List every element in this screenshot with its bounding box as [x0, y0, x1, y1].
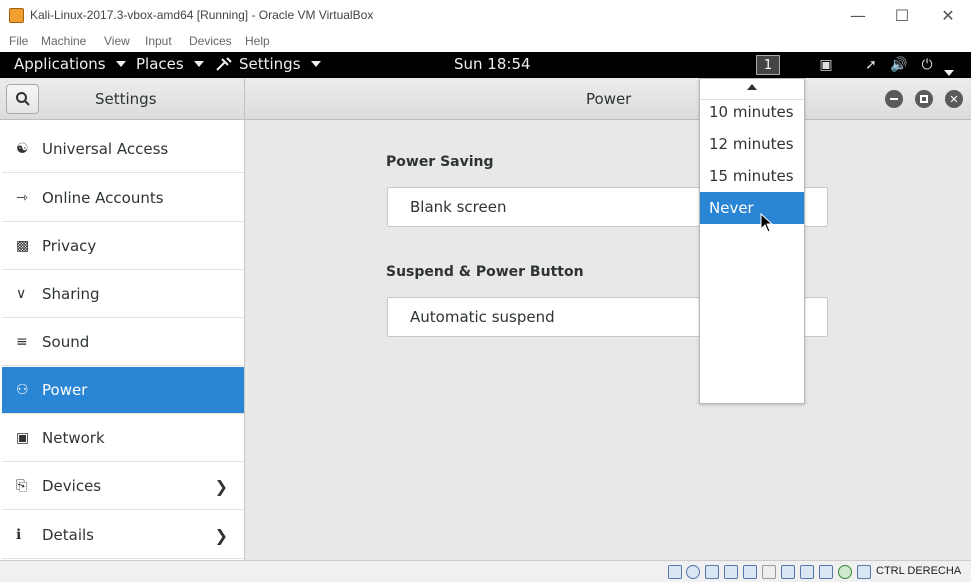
- online-accounts-icon: ⇾: [16, 190, 28, 206]
- sidebar-item-label: Power: [42, 381, 88, 399]
- sidebar-item-network[interactable]: ▣ Network: [2, 415, 244, 462]
- applications-label: Applications: [14, 55, 106, 73]
- search-icon: [15, 92, 30, 106]
- vbox-menu-bar: File Machine View Input Devices Help: [0, 31, 971, 52]
- hard-disk-icon[interactable]: [668, 565, 682, 579]
- usb-icon[interactable]: [743, 565, 757, 579]
- video-capture-icon[interactable]: [800, 565, 814, 579]
- header-divider: [244, 78, 245, 120]
- camera-icon[interactable]: ▣: [817, 57, 835, 73]
- audio-icon[interactable]: [705, 565, 719, 579]
- sidebar-item-online-accounts[interactable]: ⇾ Online Accounts: [2, 175, 244, 222]
- automatic-suspend-label: Automatic suspend: [410, 308, 555, 326]
- chevron-down-icon: [193, 61, 204, 67]
- optical-drive-icon[interactable]: [686, 565, 700, 579]
- sidebar-item-label: Universal Access: [42, 140, 169, 158]
- close-icon[interactable]: ✕: [936, 4, 960, 26]
- blank-screen-dropdown: 10 minutes 12 minutes 15 minutes Never: [699, 78, 805, 404]
- cpu-icon[interactable]: [819, 565, 833, 579]
- sidebar-item-sound[interactable]: ≡ Sound: [2, 319, 244, 366]
- sidebar-item-devices[interactable]: ⎘ Devices ❯: [2, 463, 244, 510]
- gnome-top-bar: Applications Places Settings Sun 18:54 1…: [0, 52, 971, 78]
- menu-input[interactable]: Input: [145, 34, 172, 48]
- keyboard-capture-icon[interactable]: [857, 565, 871, 579]
- places-menu[interactable]: Places: [136, 55, 204, 73]
- menu-file[interactable]: File: [9, 34, 28, 48]
- mouse-cursor-icon: [760, 213, 774, 233]
- window-title: Kali-Linux-2017.3-vbox-amd64 [Running] -…: [30, 8, 374, 22]
- sidebar-item-sharing[interactable]: ∨ Sharing: [2, 271, 244, 318]
- workspace-indicator[interactable]: 1: [756, 55, 780, 75]
- places-label: Places: [136, 55, 184, 73]
- tools-icon: [216, 57, 232, 71]
- network-wired-icon[interactable]: ➚: [862, 57, 880, 73]
- vbox-title-bar: Kali-Linux-2017.3-vbox-amd64 [Running] -…: [0, 0, 971, 31]
- chevron-down-icon: [115, 61, 126, 67]
- option-12-minutes[interactable]: 12 minutes: [700, 128, 804, 160]
- maximize-button[interactable]: [915, 90, 933, 108]
- sidebar-item-label: Sound: [42, 333, 90, 351]
- blank-screen-label: Blank screen: [410, 198, 507, 216]
- clock-label: Sun 18:54: [454, 55, 531, 73]
- settings-app-menu[interactable]: Settings: [215, 55, 321, 73]
- shared-folders-icon[interactable]: [762, 565, 776, 579]
- sidebar-item-label: Network: [42, 429, 105, 447]
- menu-view[interactable]: View: [104, 34, 130, 48]
- network-icon: ▣: [16, 430, 30, 446]
- chevron-right-icon: ❯: [214, 477, 228, 496]
- sidebar: ☯ Universal Access ⇾ Online Accounts ▩ P…: [0, 120, 245, 560]
- minimize-button[interactable]: [885, 90, 903, 108]
- chevron-down-icon: [310, 61, 321, 67]
- settings-window: Settings Power ✕ ☯ Universal Access ⇾ On…: [0, 78, 971, 560]
- menu-help[interactable]: Help: [245, 34, 270, 48]
- power-icon: ⚇: [16, 382, 29, 398]
- sidebar-item-power[interactable]: ⚇ Power: [2, 367, 244, 414]
- option-10-minutes[interactable]: 10 minutes: [700, 96, 804, 128]
- power-icon[interactable]: ⏻: [918, 57, 936, 73]
- header-bar: Settings Power ✕: [0, 78, 971, 120]
- scroll-up-arrow-icon[interactable]: [747, 84, 757, 90]
- page-title: Power: [586, 90, 632, 108]
- volume-icon[interactable]: 🔊: [890, 57, 908, 73]
- devices-icon: ⎘: [16, 478, 28, 494]
- menu-machine[interactable]: Machine: [41, 34, 86, 48]
- suspend-heading: Suspend & Power Button: [386, 264, 584, 280]
- mouse-integration-icon[interactable]: [838, 565, 852, 579]
- sidebar-item-privacy[interactable]: ▩ Privacy: [2, 223, 244, 270]
- details-icon: ℹ: [16, 527, 22, 543]
- settings-title: Settings: [95, 90, 157, 108]
- settings-label: Settings: [239, 55, 301, 73]
- sidebar-item-label: Details: [42, 526, 95, 544]
- privacy-icon: ▩: [16, 238, 30, 254]
- host-key-label: CTRL DERECHA: [876, 565, 962, 577]
- sidebar-item-universal-access[interactable]: ☯ Universal Access: [2, 126, 244, 173]
- sidebar-item-label: Sharing: [42, 285, 100, 303]
- sidebar-item-details[interactable]: ℹ Details ❯: [2, 512, 244, 559]
- minimize-icon: [890, 98, 898, 100]
- sidebar-item-label: Devices: [42, 477, 102, 495]
- power-panel: Power Saving Blank screen Suspend & Powe…: [245, 120, 971, 560]
- maximize-icon: [920, 95, 928, 103]
- sound-icon: ≡: [16, 334, 28, 350]
- option-never[interactable]: Never: [700, 192, 804, 224]
- sidebar-item-label: Online Accounts: [42, 189, 164, 207]
- virtualbox-app-icon: [9, 8, 24, 23]
- applications-menu[interactable]: Applications: [14, 55, 126, 73]
- clock[interactable]: Sun 18:54: [454, 55, 531, 73]
- sidebar-item-label: Privacy: [42, 237, 97, 255]
- display-icon[interactable]: [781, 565, 795, 579]
- universal-access-icon: ☯: [16, 141, 29, 157]
- network-adapter-icon[interactable]: [724, 565, 738, 579]
- vbox-status-bar: CTRL DERECHA: [0, 560, 971, 582]
- minimize-icon[interactable]: —: [846, 4, 870, 26]
- search-button[interactable]: [6, 84, 39, 114]
- option-15-minutes[interactable]: 15 minutes: [700, 160, 804, 192]
- menu-devices[interactable]: Devices: [189, 34, 232, 48]
- maximize-icon[interactable]: ☐: [890, 4, 914, 26]
- sharing-icon: ∨: [16, 286, 27, 302]
- power-saving-heading: Power Saving: [386, 154, 494, 170]
- close-icon: ✕: [949, 92, 959, 106]
- close-button[interactable]: ✕: [945, 90, 963, 108]
- chevron-right-icon: ❯: [214, 526, 228, 545]
